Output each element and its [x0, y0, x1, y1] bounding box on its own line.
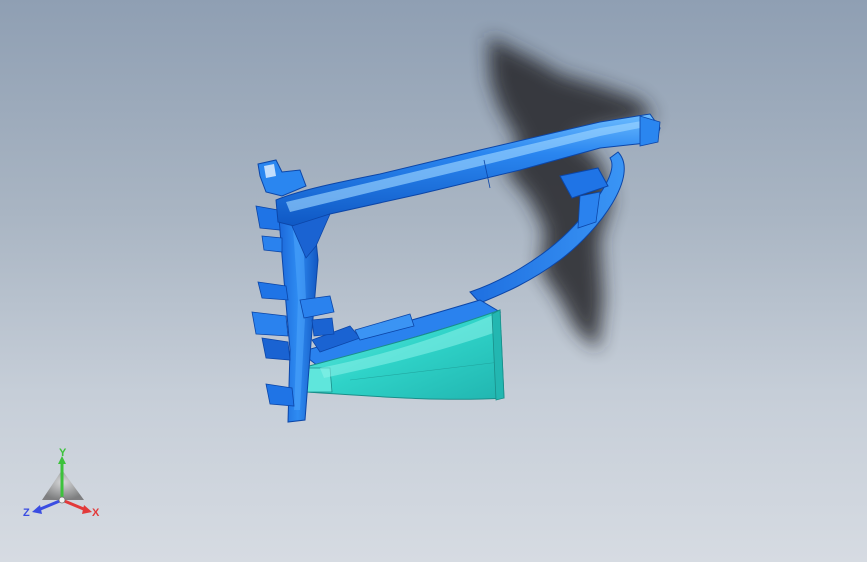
y-axis-label: Y [59, 448, 67, 459]
graphics-viewport[interactable]: Y X Z [0, 0, 867, 562]
triad-origin [58, 496, 66, 504]
triad-graphic: Y X Z [23, 447, 100, 519]
x-axis-arrow [82, 505, 92, 514]
model-scene[interactable] [0, 0, 867, 562]
orientation-triad[interactable]: Y X Z [22, 447, 106, 522]
z-axis-arrow [32, 505, 42, 514]
z-axis-line [37, 498, 63, 512]
z-axis-label: Z [23, 507, 30, 519]
top-clip[interactable] [257, 159, 307, 197]
x-axis-line [61, 498, 87, 512]
x-axis-label: X [92, 507, 100, 519]
